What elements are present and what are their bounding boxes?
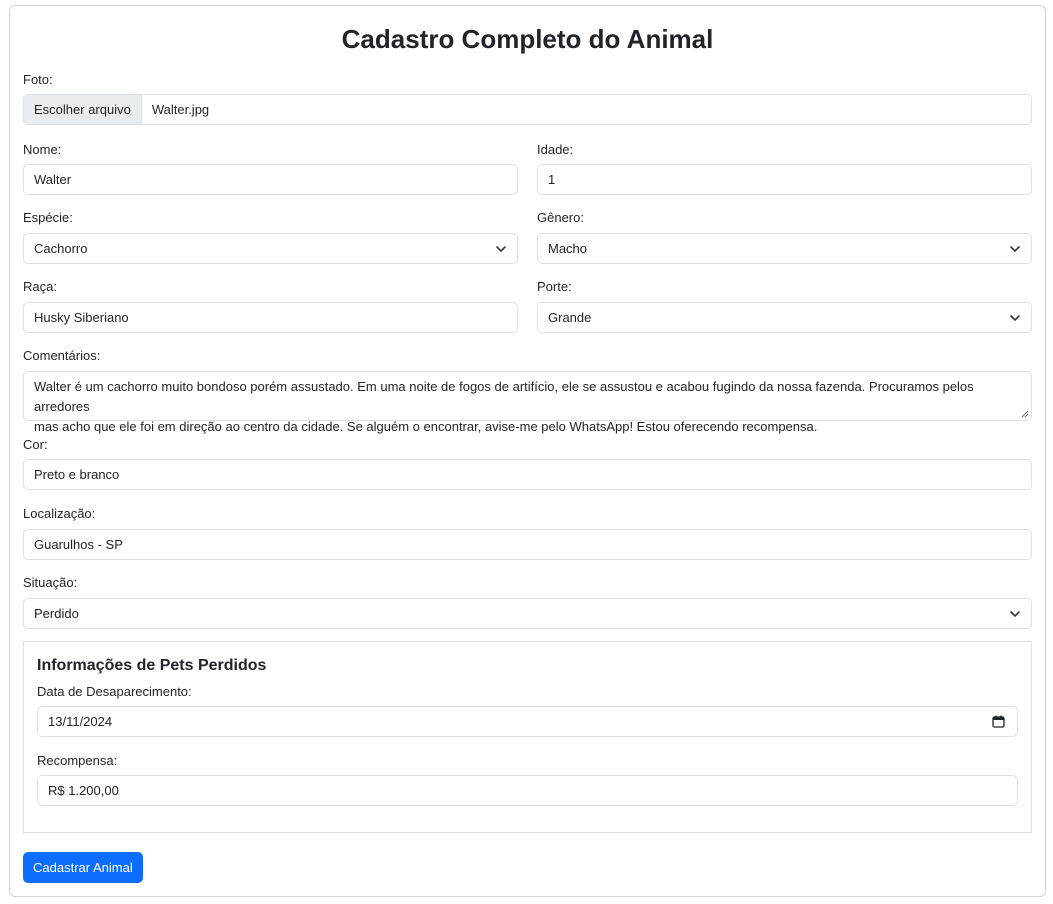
comentarios-line-2: mas acho que ele foi em direção ao centr… (34, 419, 818, 434)
cor-input[interactable]: Preto e branco (23, 459, 1032, 490)
comentarios-line-1: Walter é um cachorro muito bondoso porém… (34, 379, 974, 414)
chevron-down-icon (1010, 246, 1020, 252)
porte-select[interactable]: Grande (537, 302, 1032, 333)
situacao-select[interactable]: Perdido (23, 598, 1032, 629)
lost-pet-section: Informações de Pets Perdidos Data de Des… (23, 641, 1032, 833)
chevron-down-icon (1010, 315, 1020, 321)
file-name: Walter.jpg (151, 102, 210, 117)
situacao-selected-value: Perdido (34, 606, 79, 621)
recompensa-input[interactable]: R$ 1.200,00 (37, 775, 1018, 806)
recompensa-label: Recompensa: (37, 753, 118, 768)
raca-input[interactable]: Husky Siberiano (23, 302, 518, 333)
genero-selected-value: Macho (548, 241, 588, 256)
data-desaparecimento-label: Data de Desaparecimento: (37, 684, 192, 699)
idade-label: Idade: (537, 142, 574, 157)
especie-label: Espécie: (23, 210, 73, 225)
nome-input[interactable]: Walter (23, 164, 518, 195)
porte-label: Porte: (537, 279, 572, 294)
cadastrar-animal-button[interactable]: Cadastrar Animal (23, 852, 143, 883)
localizacao-label: Localização: (23, 506, 96, 521)
localizacao-input[interactable]: Guarulhos - SP (23, 529, 1032, 560)
foto-label: Foto: (23, 72, 53, 87)
choose-file-button[interactable]: Escolher arquivo (24, 95, 142, 124)
page-title: Cadastro Completo do Animal (341, 24, 714, 54)
genero-select[interactable]: Macho (537, 233, 1032, 264)
comentarios-textarea[interactable]: Walter é um cachorro muito bondoso porém… (23, 371, 1032, 434)
data-desaparecimento-input[interactable]: 13/11/2024 (37, 706, 1018, 737)
calendar-icon[interactable] (992, 715, 1005, 728)
situacao-label: Situação: (23, 575, 78, 590)
especie-select[interactable]: Cachorro (23, 233, 518, 264)
genero-label: Gênero: (537, 210, 584, 225)
comentarios-label: Comentários: (23, 348, 101, 363)
idade-input[interactable]: 1 (537, 164, 1032, 195)
chevron-down-icon (1010, 611, 1020, 617)
lost-pet-title: Informações de Pets Perdidos (37, 657, 267, 674)
nome-label: Nome: (23, 142, 62, 157)
data-desaparecimento-value: 13/11/2024 (48, 714, 113, 729)
cor-label: Cor: (23, 437, 48, 452)
form-card: Cadastro Completo do Animal Foto: Escolh… (9, 5, 1046, 897)
porte-selected-value: Grande (548, 310, 592, 325)
foto-file-input[interactable]: Escolher arquivo Walter.jpg (23, 94, 1032, 125)
resize-handle-icon[interactable] (1021, 410, 1029, 418)
chevron-down-icon (496, 246, 506, 252)
raca-label: Raça: (23, 279, 57, 294)
especie-selected-value: Cachorro (34, 241, 88, 256)
